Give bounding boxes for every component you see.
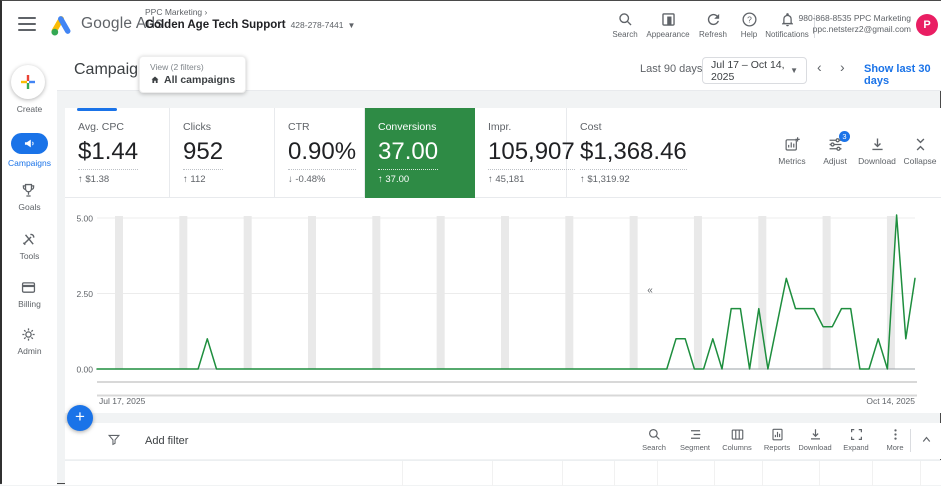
- left-nav: Create Campaigns Goals Tools Billing Adm…: [2, 49, 57, 485]
- create-button[interactable]: [11, 65, 45, 99]
- scorecard-conversions-selected[interactable]: Conversions 37.00 ↑ 37.00: [365, 108, 475, 198]
- home-icon: [151, 76, 159, 83]
- svg-text:5.00: 5.00: [76, 214, 93, 224]
- chart-scroll-collapse-icon[interactable]: «: [640, 285, 660, 296]
- toolbar-divider: [910, 429, 911, 452]
- caret-down-icon: ▼: [790, 66, 798, 75]
- adjust-badge: 3: [839, 131, 850, 142]
- fab-add-button[interactable]: +: [67, 405, 93, 431]
- scorecard-impressions[interactable]: Impr. 105,907 ↑ 45,181: [475, 108, 575, 198]
- sidebar-label-campaigns: Campaigns: [8, 158, 51, 168]
- view-filter-chip[interactable]: View (2 filters) All campaigns: [139, 56, 247, 93]
- scorecards-row: Avg. CPC $1.44 ↑ $1.38 Clicks 952 ↑ 112 …: [65, 108, 941, 198]
- delta: ↑ $1.38: [78, 174, 110, 185]
- svg-text:0.00: 0.00: [76, 365, 93, 375]
- collapse-button[interactable]: Collapse: [898, 136, 941, 166]
- profile-account: 980-868-8535 PPC Marketing: [798, 13, 911, 23]
- delta: ↓ -0.48%: [288, 174, 326, 185]
- sidebar-item-tools[interactable]: [20, 231, 40, 248]
- date-range-value: Jul 17 – Oct 14, 2025: [711, 58, 785, 83]
- columns-button[interactable]: Columns: [715, 427, 759, 452]
- breadcrumb-parent: PPC Marketing: [145, 7, 203, 17]
- svg-text:2.50: 2.50: [76, 289, 93, 299]
- main-menu-icon[interactable]: [18, 17, 36, 31]
- metrics-chart-icon: [785, 137, 800, 151]
- sidebar-label-billing: Billing: [18, 299, 41, 309]
- expand-button[interactable]: Expand: [834, 427, 878, 452]
- trophy-icon: [22, 183, 35, 197]
- google-ads-logo-icon: [48, 12, 74, 38]
- delta: ↑ $1,319.92: [580, 174, 630, 185]
- account-selector[interactable]: Golden Age Tech Support 428-278-7441 ▼: [145, 19, 355, 31]
- credit-card-icon: [21, 282, 36, 293]
- view-chip-name: All campaigns: [164, 74, 236, 86]
- megaphone-icon: [24, 139, 34, 148]
- sidebar-item-billing[interactable]: [20, 279, 40, 296]
- campaigns-table-stub: [65, 460, 941, 486]
- profile-email: ppc.netsterz2@gmail.com: [812, 24, 911, 35]
- table-search-button[interactable]: Search: [632, 427, 676, 452]
- delta: ↑ 37.00: [378, 174, 410, 185]
- sidebar-item-admin[interactable]: [20, 326, 40, 343]
- show-last-30-days-link[interactable]: Show last 30 days: [864, 63, 941, 87]
- adjust-button[interactable]: 3 Adjust: [813, 131, 857, 166]
- page-header: Campaigns View (2 filters) All campaigns…: [57, 49, 941, 93]
- date-range-select[interactable]: Jul 17 – Oct 14, 2025 ▼: [702, 57, 807, 84]
- date-preset-label: Last 90 days: [640, 63, 703, 75]
- sidebar-label-admin: Admin: [17, 346, 42, 356]
- gear-icon: [22, 328, 35, 341]
- campaigns-overview-panel: Avg. CPC $1.44 ↑ $1.38 Clicks 952 ↑ 112 …: [65, 108, 941, 413]
- table-toolbar: Add filter Search Segment Columns Report…: [65, 423, 941, 459]
- sidebar-label-tools: Tools: [19, 251, 40, 261]
- conversions-time-series-chart[interactable]: 5.00 2.50 0.00: [65, 198, 941, 413]
- delta: ↑ 45,181: [488, 174, 525, 185]
- chart-x-end-label: Oct 14, 2025: [866, 396, 915, 406]
- download-icon: [871, 138, 883, 151]
- scorecard-avg-cpc[interactable]: Avg. CPC $1.44 ↑ $1.38: [65, 108, 170, 198]
- collapse-arrows-icon: [916, 138, 924, 151]
- sidebar-label-goals: Goals: [18, 202, 41, 212]
- metrics-button[interactable]: Metrics: [770, 136, 814, 166]
- sidebar-item-goals[interactable]: [20, 182, 40, 199]
- date-prev-button[interactable]: ‹: [817, 59, 822, 75]
- chart-x-start-label: Jul 17, 2025: [99, 396, 146, 406]
- delta: ↑ 112: [183, 174, 206, 185]
- collapse-table-chevron-icon[interactable]: [920, 433, 933, 446]
- add-filter-button[interactable]: Add filter: [145, 435, 188, 447]
- view-chip-filters: View (2 filters): [150, 62, 204, 72]
- plus-icon: [21, 75, 35, 89]
- account-id: 428-278-7441: [290, 20, 344, 30]
- topbar-appearance-button[interactable]: Appearance: [645, 11, 691, 39]
- sidebar-item-campaigns[interactable]: [11, 133, 48, 154]
- chart-download-button[interactable]: Download: [855, 136, 899, 166]
- caret-down-icon: ▼: [347, 21, 356, 30]
- table-download-button[interactable]: Download: [793, 427, 837, 452]
- create-label: Create: [16, 104, 43, 114]
- top-bar: Google Ads PPC Marketing › Golden Age Te…: [2, 1, 941, 49]
- scorecard-ctr[interactable]: CTR 0.90% ↓ -0.48%: [275, 108, 365, 198]
- svg-text:?: ?: [747, 14, 752, 24]
- scorecard-cost[interactable]: Cost $1,368.46 ↑ $1,319.92: [567, 108, 687, 198]
- filter-funnel-icon[interactable]: [107, 433, 121, 447]
- topbar-search-button[interactable]: Search: [602, 11, 648, 39]
- date-next-button[interactable]: ›: [840, 59, 845, 75]
- tools-icon: [22, 233, 35, 246]
- scorecard-clicks[interactable]: Clicks 952 ↑ 112: [170, 108, 275, 198]
- profile-info: 980-868-8535 PPC Marketing ppc.netsterz2…: [799, 13, 911, 36]
- breadcrumb: PPC Marketing › Golden Age Tech Support 4…: [145, 7, 355, 31]
- segment-button[interactable]: Segment: [673, 427, 717, 452]
- google-ads-campaigns-page: { "topbar": { "product": "Google Ads", "…: [0, 0, 941, 486]
- breadcrumb-chevron-icon: ›: [204, 7, 208, 17]
- avatar[interactable]: P: [916, 14, 938, 36]
